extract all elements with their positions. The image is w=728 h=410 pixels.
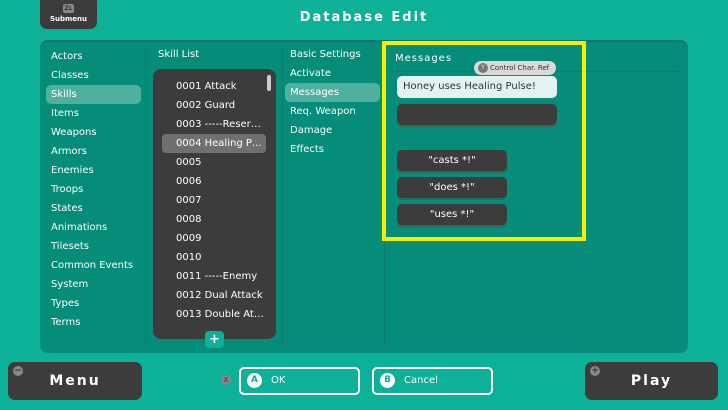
sidebar-item-troops[interactable]: Troops <box>46 180 141 199</box>
skill-list-item[interactable]: 0010 <box>162 248 266 267</box>
tab-req-weapon[interactable]: Req. Weapon <box>285 102 380 121</box>
skill-list-item[interactable]: 0008 <box>162 210 266 229</box>
play-label: Play <box>630 373 673 389</box>
sidebar-item-items[interactable]: Items <box>46 104 141 123</box>
a-button-icon: A <box>247 373 262 388</box>
skill-list-item[interactable]: 0006 <box>162 172 266 191</box>
menu-button[interactable]: − Menu <box>8 362 142 400</box>
database-panel: Actors Classes Skills Items Weapons Armors Ene… <box>40 40 688 353</box>
ok-label: OK <box>271 375 286 386</box>
skill-list[interactable]: 0001 Attack 0002 Guard 0003 -----Reserved 0… <box>153 69 276 339</box>
sidebar-item-classes[interactable]: Classes <box>46 66 141 85</box>
skill-list-item[interactable]: 0007 <box>162 191 266 210</box>
skill-list-item[interactable]: 0005 <box>162 153 266 172</box>
skill-list-item[interactable]: 0009 <box>162 229 266 248</box>
sidebar-item-common-events[interactable]: Common Events <box>46 256 141 275</box>
divider <box>282 48 283 347</box>
sidebar-item-system[interactable]: System <box>46 275 141 294</box>
tab-basic-settings[interactable]: Basic Settings <box>285 45 380 64</box>
skill-list-item[interactable]: 0013 Double Attack <box>162 305 266 324</box>
plus-button-icon: + <box>590 366 600 376</box>
tab-activate[interactable]: Activate <box>285 64 380 83</box>
add-skill-button[interactable]: + <box>205 331 224 348</box>
tab-messages[interactable]: Messages <box>285 83 380 102</box>
skill-list-heading: Skill List <box>158 49 200 60</box>
play-button[interactable]: + Play <box>585 362 718 400</box>
sidebar-item-skills[interactable]: Skills <box>46 85 141 104</box>
skill-list-item[interactable]: 0001 Attack <box>162 77 266 96</box>
sidebar-item-armors[interactable]: Armors <box>46 142 141 161</box>
skill-list-item[interactable]: 0003 -----Reserved <box>162 115 266 134</box>
sidebar-item-enemies[interactable]: Enemies <box>46 161 141 180</box>
skill-list-item[interactable]: 0002 Guard <box>162 96 266 115</box>
x-button-icon: X <box>221 375 231 385</box>
b-button-icon: B <box>380 373 395 388</box>
sidebar-item-tilesets[interactable]: Tilesets <box>46 237 141 256</box>
sidebar-item-animations[interactable]: Animations <box>46 218 141 237</box>
minus-button-icon: − <box>13 366 23 376</box>
cancel-label: Cancel <box>404 375 438 386</box>
scrollbar[interactable] <box>267 75 271 91</box>
divider <box>145 48 146 347</box>
skill-list-item[interactable]: 0011 -----Enemy <box>162 267 266 286</box>
sidebar-item-states[interactable]: States <box>46 199 141 218</box>
cancel-button[interactable]: B Cancel <box>372 367 493 395</box>
page-title: Database Edit <box>299 10 429 25</box>
tab-effects[interactable]: Effects <box>285 140 380 159</box>
sidebar-item-terms[interactable]: Terms <box>46 313 141 332</box>
sidebar-item-actors[interactable]: Actors <box>46 47 141 66</box>
skill-list-item[interactable]: 0004 Healing Pulse <box>162 134 266 153</box>
skill-list-item[interactable]: 0012 Dual Attack <box>162 286 266 305</box>
ok-button[interactable]: A OK <box>239 367 360 395</box>
focus-highlight <box>382 41 586 241</box>
sidebar-item-types[interactable]: Types <box>46 294 141 313</box>
sidebar-item-weapons[interactable]: Weapons <box>46 123 141 142</box>
tab-damage[interactable]: Damage <box>285 121 380 140</box>
menu-label: Menu <box>49 373 101 389</box>
